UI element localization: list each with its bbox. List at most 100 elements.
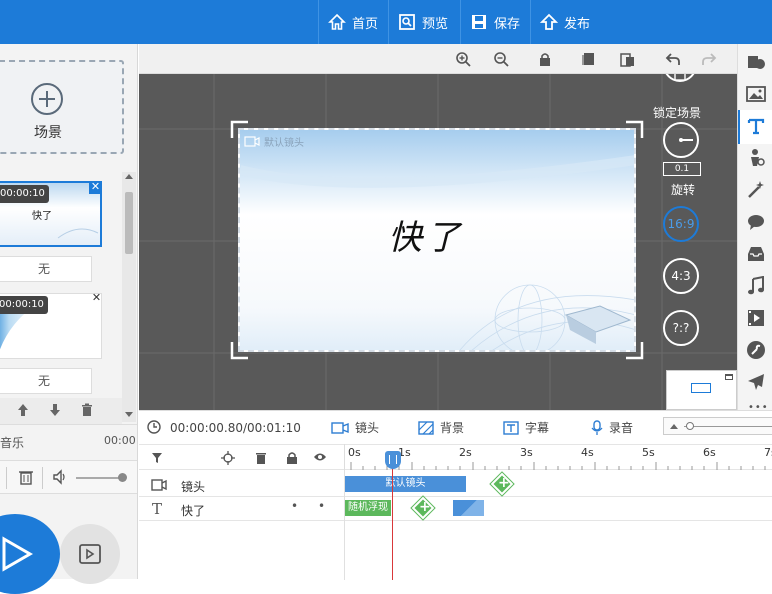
camera-icon [331, 421, 349, 434]
element-toolbar: ••• [737, 44, 772, 413]
shape-icon[interactable] [746, 52, 766, 72]
camera-frame[interactable] [230, 120, 644, 360]
publish-icon [540, 13, 558, 30]
ratio-custom-button[interactable]: ?:? [663, 310, 699, 346]
clock-icon [147, 420, 161, 434]
home-button[interactable]: 首页 [318, 0, 388, 44]
text-icon[interactable] [746, 116, 766, 136]
timecode: 00:00:00.80/00:01:10 [170, 421, 301, 435]
ratio-4-3-button[interactable]: 4:3 [663, 258, 699, 294]
delete-scene-icon[interactable]: ✕ [90, 292, 103, 305]
inbox-icon[interactable] [746, 244, 766, 264]
rotate-knob[interactable] [663, 122, 699, 158]
camera-clip[interactable]: 默认镜头 [345, 476, 466, 492]
eye-icon[interactable] [313, 452, 327, 462]
undo-icon[interactable] [665, 51, 681, 67]
minimap[interactable] [666, 370, 737, 410]
trash-icon[interactable] [255, 451, 267, 465]
volume-handle[interactable] [118, 473, 127, 482]
filter-icon[interactable] [151, 452, 163, 464]
airplane-icon[interactable] [746, 372, 766, 392]
speech-bubble-icon[interactable] [746, 212, 766, 232]
lock-scene-label: 锁定场景 [653, 106, 702, 120]
add-scene-label: 场景 [34, 125, 62, 141]
subtitle-icon [503, 420, 519, 435]
next-frame-icon [79, 544, 101, 564]
time-ruler[interactable]: 0s 1s 2s 3s 4s 5s 6s 7s [344, 444, 772, 470]
rotate-value-input[interactable]: 0.1 [663, 162, 701, 176]
publish-button[interactable]: 发布 [530, 0, 600, 44]
home-icon [328, 13, 346, 30]
rotate-label: 旋转 [671, 183, 696, 197]
enter-effect-clip[interactable]: 随机浮现 [345, 500, 391, 516]
trash-icon[interactable] [80, 403, 94, 417]
magic-wand-icon[interactable] [746, 180, 766, 200]
scene-thumbnail[interactable]: 00:00:10 ✕ [0, 292, 103, 359]
volume-icon[interactable] [52, 469, 68, 485]
text-type-icon: T [152, 500, 163, 518]
paste-icon[interactable] [619, 51, 635, 67]
volume-slider[interactable] [76, 477, 122, 479]
tab-recording[interactable]: 录音 [591, 419, 633, 436]
minimize-icon[interactable] [725, 374, 733, 380]
target-icon[interactable] [221, 451, 235, 465]
move-up-icon[interactable] [16, 403, 30, 417]
track-text[interactable]: T 快了 • • 随机浮现 + [139, 496, 772, 521]
lock-icon[interactable] [537, 51, 553, 67]
zoom-track [684, 426, 772, 427]
zoom-out-icon[interactable] [493, 51, 509, 67]
timeline-panel: 00:00:00.80/00:01:10 镜头 背景 字幕 录音 0s 1s 2… [139, 410, 772, 580]
scroll-down-icon[interactable] [125, 412, 133, 417]
zoom-in-icon[interactable] [455, 51, 471, 67]
playhead-handle[interactable] [385, 451, 401, 469]
preview-icon [399, 14, 415, 30]
rotate-icon [679, 138, 693, 142]
scroll-thumb[interactable] [125, 192, 133, 254]
zoom-arrow-icon[interactable] [670, 424, 678, 429]
transition-select[interactable]: 无 [0, 256, 92, 282]
scene-toolbar [0, 398, 122, 424]
wrench-icon[interactable] [746, 340, 766, 360]
grip-icon [389, 455, 397, 464]
move-down-icon[interactable] [48, 403, 62, 417]
delete-music-icon[interactable] [18, 469, 34, 485]
redo-icon[interactable] [701, 51, 717, 67]
track-label: 快了 [181, 504, 206, 518]
delete-scene-icon[interactable]: ✕ [89, 181, 102, 194]
save-button[interactable]: 保存 [460, 0, 530, 44]
image-icon[interactable] [746, 84, 766, 104]
add-scene-button[interactable]: 场景 [0, 60, 124, 154]
transition-select[interactable]: 无 [0, 368, 92, 394]
copy-icon[interactable] [581, 51, 597, 67]
character-icon[interactable] [746, 148, 766, 168]
playhead-line [392, 451, 393, 580]
lock-icon[interactable] [286, 451, 298, 465]
scene-thumbnail[interactable]: 00:00:10 ✕ 快了 [0, 181, 102, 247]
music-controls [0, 460, 137, 494]
save-icon [472, 15, 486, 29]
tab-camera[interactable]: 镜头 [331, 419, 379, 436]
dot-indicator[interactable]: • [291, 499, 298, 513]
preview-button[interactable]: 预览 [388, 0, 458, 44]
tab-subtitle[interactable]: 字幕 [503, 419, 549, 436]
plus-glyph: + [498, 475, 510, 491]
timeline-zoom-slider[interactable] [663, 417, 772, 435]
scene-duration: 00:00:10 [0, 296, 48, 314]
next-scene-button[interactable] [60, 524, 120, 584]
video-icon[interactable] [746, 308, 766, 328]
dot-indicator[interactable]: • [318, 499, 325, 513]
scrollbar[interactable] [122, 172, 136, 422]
play-button[interactable] [0, 514, 60, 594]
publish-label: 发布 [564, 16, 591, 32]
ratio-16-9-button[interactable]: 16:9 [663, 206, 699, 242]
track-camera[interactable]: 镜头 默认镜头 + [139, 472, 772, 497]
exit-effect-clip[interactable] [453, 500, 484, 516]
stage-area[interactable]: 默认镜头 快了 锁定场景 0.1 旋转 16:9 4:3 ?:? [139, 44, 737, 410]
tick-label: 6s [703, 446, 716, 459]
scroll-up-icon[interactable] [125, 174, 133, 179]
tab-background[interactable]: 背景 [418, 419, 464, 436]
zoom-handle[interactable] [686, 422, 694, 430]
music-icon[interactable] [746, 276, 766, 296]
minimap-viewport[interactable] [691, 383, 711, 393]
preview-label: 预览 [422, 16, 449, 32]
